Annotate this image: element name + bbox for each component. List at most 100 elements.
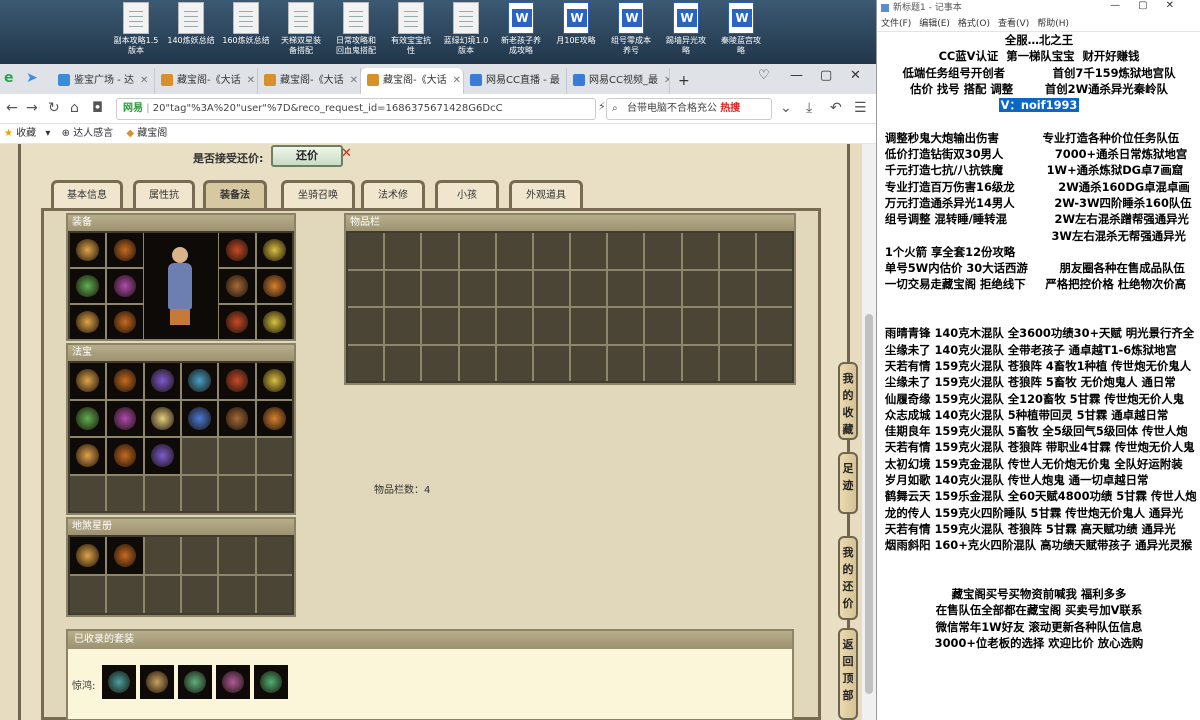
browser-tab[interactable]: 藏宝阁-《大话 ✕ — [155, 68, 258, 94]
desktop-icon[interactable]: 副本攻略1.5 版本 — [108, 2, 164, 56]
notepad-menu-item[interactable]: 查看(V) — [998, 19, 1029, 29]
desktop-icon[interactable]: 秦陵蓝宫攻 略 — [713, 2, 769, 56]
side-tab[interactable]: 返回顶部 — [838, 628, 858, 720]
item-slot[interactable] — [144, 363, 180, 399]
item-slot[interactable] — [107, 400, 143, 436]
item-slot[interactable] — [107, 438, 143, 474]
bookmark-cbg[interactable]: 藏宝阁 — [137, 128, 167, 139]
desktop-icon[interactable]: 月10E攻略 — [548, 2, 604, 46]
notepad-menu-item[interactable]: 格式(O) — [958, 19, 990, 29]
game-tab[interactable]: 外观道具 — [509, 180, 583, 210]
empty-slot[interactable] — [645, 233, 681, 269]
notepad-text-area[interactable]: 全服…北之王 CC蓝V认证 第一梯队宝宝 财开好赚钱 低端任务组号开创者 首创7千1… — [877, 32, 1200, 720]
vip-icon[interactable]: ♡ — [758, 68, 770, 83]
empty-slot[interactable] — [571, 270, 607, 306]
empty-slot[interactable] — [719, 345, 755, 381]
item-slot[interactable] — [70, 233, 106, 267]
item-slot[interactable] — [70, 269, 106, 303]
empty-slot[interactable] — [496, 270, 532, 306]
empty-slot[interactable] — [459, 233, 495, 269]
notepad-menu-item[interactable]: 编辑(E) — [919, 19, 950, 29]
empty-slot[interactable] — [144, 537, 180, 574]
empty-slot[interactable] — [385, 345, 421, 381]
notepad-menu-item[interactable]: 文件(F) — [881, 19, 911, 29]
desktop-icon[interactable]: 日常攻略和 回血鬼搭配 — [328, 2, 384, 56]
empty-slot[interactable] — [385, 270, 421, 306]
game-tab[interactable]: 装备法宝 — [203, 180, 267, 227]
tab-close-icon[interactable]: ✕ — [140, 75, 148, 86]
empty-slot[interactable] — [348, 270, 384, 306]
tab-close-icon[interactable]: ✕ — [350, 75, 358, 86]
lightning-icon[interactable]: ⚡ — [598, 100, 606, 113]
close-window-icon[interactable]: ✕ — [850, 68, 861, 83]
item-slot[interactable] — [256, 305, 292, 339]
empty-slot[interactable] — [422, 270, 458, 306]
empty-slot[interactable] — [422, 308, 458, 344]
empty-slot[interactable] — [645, 270, 681, 306]
item-slot[interactable] — [144, 400, 180, 436]
dropdown-icon[interactable]: ⌄ — [780, 100, 792, 116]
item-slot[interactable] — [219, 400, 255, 436]
empty-slot[interactable] — [348, 233, 384, 269]
hot-search-badge[interactable]: 热搜 — [720, 103, 740, 114]
empty-slot[interactable] — [459, 308, 495, 344]
game-tab[interactable]: 小孩 — [435, 180, 499, 210]
send-icon[interactable]: ➤ — [26, 70, 38, 86]
item-slot[interactable] — [256, 400, 292, 436]
empty-slot[interactable] — [682, 345, 718, 381]
new-tab-button[interactable]: + — [672, 68, 696, 94]
browser-tab[interactable]: 藏宝阁-《大话 ✕ — [258, 68, 361, 94]
empty-slot[interactable] — [181, 438, 218, 474]
undo-icon[interactable]: ↶ — [830, 100, 842, 116]
empty-slot[interactable] — [256, 537, 292, 574]
empty-slot[interactable] — [571, 345, 607, 381]
back-icon[interactable]: ← — [6, 100, 18, 116]
empty-slot[interactable] — [385, 233, 421, 269]
empty-slot[interactable] — [719, 233, 755, 269]
item-slot[interactable] — [70, 305, 106, 339]
desktop-icon[interactable]: 新老孩子养 成攻略 — [493, 2, 549, 56]
empty-slot[interactable] — [181, 537, 218, 574]
empty-slot[interactable] — [756, 233, 792, 269]
item-slot[interactable] — [256, 233, 292, 267]
side-tab[interactable]: 我的收藏 — [838, 362, 858, 440]
side-tab[interactable]: 足迹 — [838, 452, 858, 514]
game-tab[interactable]: 法术修正 — [361, 180, 425, 227]
empty-slot[interactable] — [496, 308, 532, 344]
empty-slot[interactable] — [144, 475, 180, 511]
empty-slot[interactable] — [756, 345, 792, 381]
empty-slot[interactable] — [385, 308, 421, 344]
empty-slot[interactable] — [682, 270, 718, 306]
side-tab[interactable]: 我的还价 — [838, 536, 858, 620]
game-tab[interactable]: 坐骑召唤兽 — [281, 180, 355, 227]
maximize-icon[interactable]: ▢ — [820, 68, 832, 83]
empty-slot[interactable] — [682, 233, 718, 269]
empty-slot[interactable] — [496, 233, 532, 269]
item-slot[interactable] — [107, 233, 143, 267]
item-slot[interactable] — [70, 537, 106, 574]
item-slot[interactable] — [107, 269, 143, 303]
scroll-thumb[interactable] — [865, 314, 873, 694]
empty-slot[interactable] — [181, 475, 218, 511]
empty-slot[interactable] — [70, 576, 106, 613]
menu-icon[interactable]: ☰ — [854, 100, 867, 116]
browser-tab[interactable]: 鉴宝广场 - 达 ✕ — [52, 68, 155, 94]
item-slot[interactable] — [219, 233, 255, 267]
empty-slot[interactable] — [422, 345, 458, 381]
tab-close-icon[interactable]: ✕ — [664, 75, 669, 86]
empty-slot[interactable] — [459, 270, 495, 306]
item-slot[interactable] — [144, 438, 180, 474]
home-icon[interactable]: ⌂ — [70, 100, 79, 116]
desktop-icon[interactable]: 天梯双星装 备搭配 — [273, 2, 329, 56]
collected-item-icon[interactable] — [102, 665, 136, 699]
notepad-window-controls[interactable]: —▢✕ — [1110, 0, 1192, 11]
item-slot[interactable] — [70, 438, 106, 474]
bag-icon[interactable]: ◘ — [92, 100, 103, 116]
empty-slot[interactable] — [219, 576, 255, 613]
item-slot[interactable] — [219, 269, 255, 303]
download-icon[interactable]: ⤓ — [806, 100, 812, 116]
game-tab[interactable]: 属性抗性 — [133, 180, 195, 227]
collected-item-icon[interactable] — [254, 665, 288, 699]
item-slot[interactable] — [70, 400, 106, 436]
empty-slot[interactable] — [107, 475, 143, 511]
